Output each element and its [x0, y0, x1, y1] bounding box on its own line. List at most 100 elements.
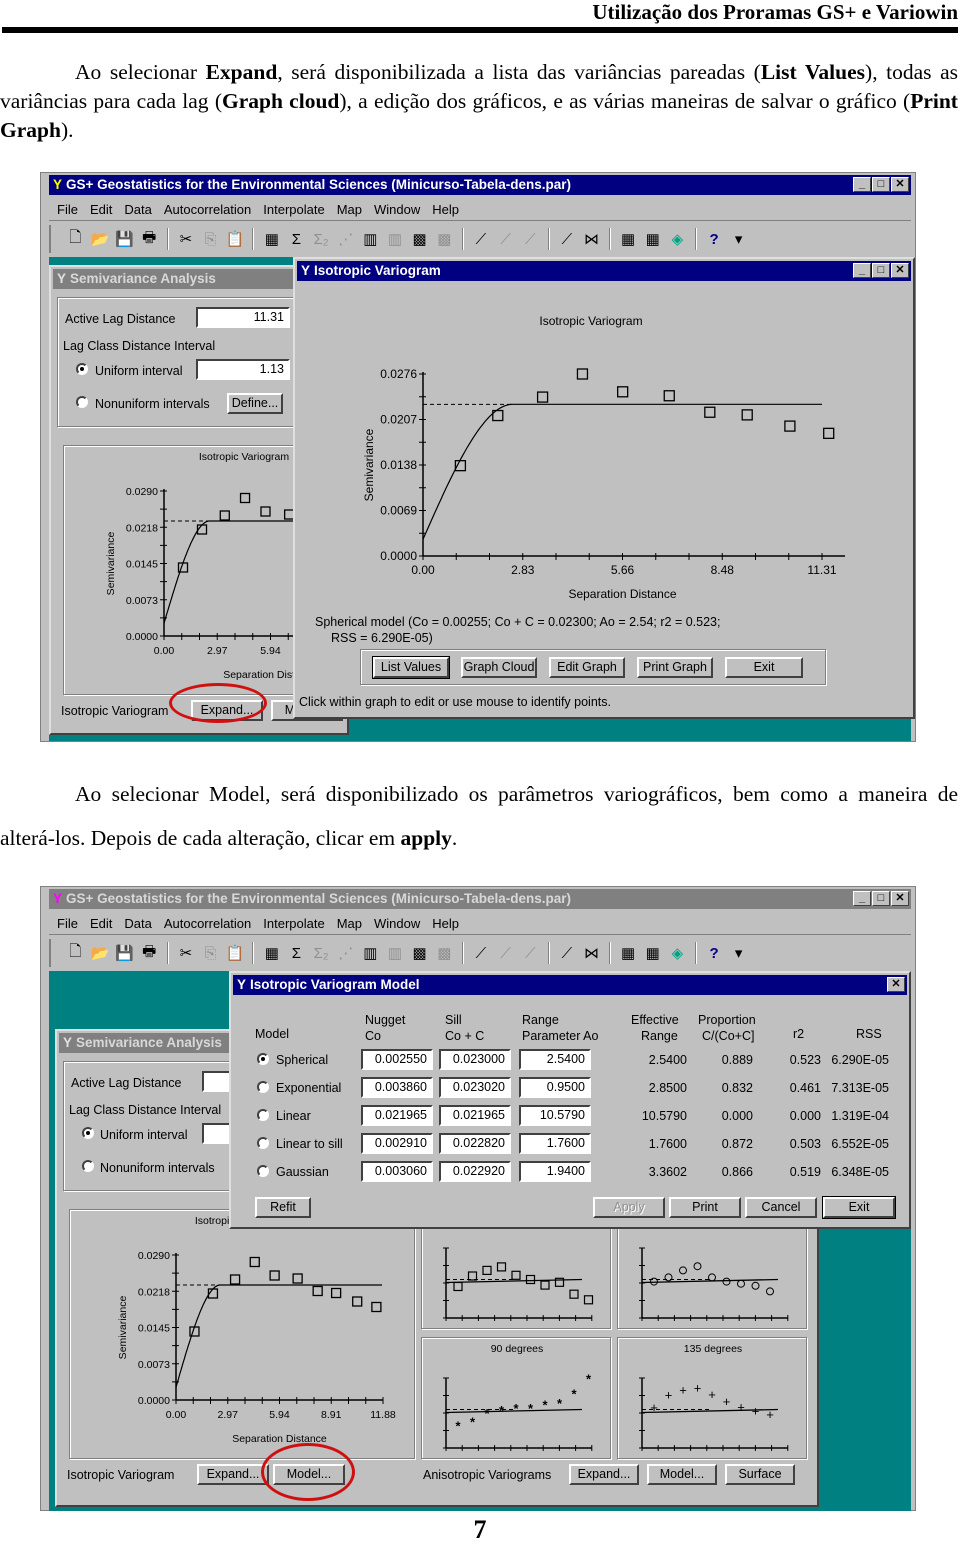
map2-icon[interactable]: ▩ — [434, 228, 455, 250]
aniso-chart-45[interactable] — [618, 1222, 808, 1330]
kriging-icon[interactable]: ▦ — [618, 228, 639, 250]
surface-icon[interactable]: ◈ — [667, 942, 688, 964]
model-radio-0[interactable] — [257, 1053, 269, 1065]
active-lag-input[interactable]: 11.31 — [196, 307, 290, 328]
minimize-button[interactable]: _ — [853, 177, 871, 192]
print-icon[interactable]: 🖶 — [139, 228, 160, 250]
help-icon[interactable]: ? — [704, 228, 725, 250]
variogram-s-icon[interactable]: ⟋ — [471, 942, 492, 964]
table-icon[interactable]: ▦ — [261, 942, 282, 964]
dropdown-icon[interactable]: ▾ — [728, 942, 749, 964]
variogram-s2-icon[interactable]: ⟋ — [495, 942, 516, 964]
print-graph-button[interactable]: Print Graph — [637, 657, 713, 678]
surface-icon[interactable]: ◈ — [667, 228, 688, 250]
aniso-model-button[interactable]: Model... — [647, 1464, 717, 1485]
histogram-icon[interactable]: ▥ — [360, 942, 381, 964]
model-radio-3[interactable] — [257, 1137, 269, 1149]
surface-button[interactable]: Surface — [725, 1464, 795, 1485]
open-icon[interactable]: 📂 — [90, 942, 111, 964]
small-variogram-chart[interactable]: Isotropic Variogram0.00000.00730.01450.0… — [70, 1210, 416, 1460]
nonuniform-radio[interactable] — [82, 1160, 94, 1172]
apply-button[interactable]: Apply — [593, 1197, 665, 1218]
menu-help[interactable]: Help — [432, 202, 459, 217]
print-button[interactable]: Print — [669, 1197, 741, 1218]
graph-cloud-button[interactable]: Graph Cloud — [461, 657, 537, 678]
variogram-sx-icon[interactable]: ⟋ — [520, 942, 541, 964]
uniform-radio[interactable] — [82, 1127, 94, 1139]
madogram-icon[interactable]: ⋈ — [581, 228, 602, 250]
menu-edit[interactable]: Edit — [90, 916, 112, 931]
model-radio-2[interactable] — [257, 1109, 269, 1121]
madogram-icon[interactable]: ⋈ — [581, 942, 602, 964]
isotropic-variogram-chart[interactable]: Isotropic Variogram 0.0000 0.0069 0.0138 0.0… — [295, 285, 911, 603]
open-icon[interactable]: 📂 — [90, 228, 111, 250]
range-input[interactable]: 0.9500 — [519, 1077, 591, 1098]
nugget-input[interactable]: 0.002910 — [361, 1133, 433, 1154]
menu-file[interactable]: File — [57, 202, 78, 217]
uniform-interval-input[interactable]: 1.13 — [196, 359, 290, 380]
aniso-chart-135[interactable]: 135 degrees + + + + + + + + + — [618, 1338, 808, 1460]
paste-icon[interactable]: 📋 — [225, 942, 246, 964]
menu-data[interactable]: Data — [124, 916, 151, 931]
refit-button[interactable]: Refit — [255, 1197, 311, 1218]
exit-button[interactable]: Exit — [822, 1196, 896, 1219]
sill-input[interactable]: 0.022920 — [439, 1161, 511, 1182]
close-button[interactable]: ✕ — [891, 891, 909, 906]
new-icon[interactable]: 🗋 — [65, 942, 86, 964]
sigma2-icon[interactable]: Σ₂ — [311, 228, 332, 250]
aniso-chart-0[interactable] — [422, 1222, 612, 1330]
sigma2-icon[interactable]: Σ₂ — [311, 942, 332, 964]
menu-autocorrelation[interactable]: Autocorrelation — [164, 916, 251, 931]
copy-icon[interactable]: ⎘ — [200, 942, 221, 964]
model-radio-1[interactable] — [257, 1081, 269, 1093]
variogram-s2-icon[interactable]: ⟋ — [495, 228, 516, 250]
menu-file[interactable]: File — [57, 916, 78, 931]
sill-input[interactable]: 0.023020 — [439, 1077, 511, 1098]
edit-graph-button[interactable]: Edit Graph — [549, 657, 625, 678]
range-input[interactable]: 1.7600 — [519, 1133, 591, 1154]
close-button[interactable]: ✕ — [891, 263, 909, 278]
sigma-icon[interactable]: Σ — [286, 942, 307, 964]
range-input[interactable]: 10.5790 — [519, 1105, 591, 1126]
nugget-input[interactable]: 0.021965 — [361, 1105, 433, 1126]
aniso-chart-90[interactable]: 90 degrees* ** * * * * *** — [422, 1338, 612, 1460]
idw-icon[interactable]: ▦ — [642, 228, 663, 250]
save-icon[interactable]: 💾 — [114, 228, 135, 250]
cut-icon[interactable]: ✂ — [176, 228, 197, 250]
close-button[interactable]: ✕ — [887, 977, 905, 992]
nugget-input[interactable]: 0.002550 — [361, 1049, 433, 1070]
paste-icon[interactable]: 📋 — [225, 228, 246, 250]
nonuniform-radio[interactable] — [76, 396, 88, 408]
menu-edit[interactable]: Edit — [90, 202, 112, 217]
uniform-radio[interactable] — [76, 363, 88, 375]
cancel-button[interactable]: Cancel — [745, 1197, 817, 1218]
histogram2-icon[interactable]: ▥ — [385, 942, 406, 964]
model-radio-4[interactable] — [257, 1165, 269, 1177]
menu-map[interactable]: Map — [337, 202, 362, 217]
menu-data[interactable]: Data — [124, 202, 151, 217]
menu-window[interactable]: Window — [374, 916, 420, 931]
menu-window[interactable]: Window — [374, 202, 420, 217]
menu-autocorrelation[interactable]: Autocorrelation — [164, 202, 251, 217]
sill-input[interactable]: 0.021965 — [439, 1105, 511, 1126]
scatter-icon[interactable]: ⋰ — [335, 942, 356, 964]
list-values-button[interactable]: List Values — [372, 656, 450, 679]
copy-icon[interactable]: ⎘ — [200, 228, 221, 250]
maximize-button[interactable]: □ — [872, 891, 890, 906]
scatter-icon[interactable]: ⋰ — [335, 228, 356, 250]
idw-icon[interactable]: ▦ — [642, 942, 663, 964]
histogram2-icon[interactable]: ▥ — [385, 228, 406, 250]
exit-button[interactable]: Exit — [725, 657, 803, 678]
nugget-input[interactable]: 0.003060 — [361, 1161, 433, 1182]
map-icon[interactable]: ▩ — [409, 942, 430, 964]
sill-input[interactable]: 0.023000 — [439, 1049, 511, 1070]
menu-interpolate[interactable]: Interpolate — [263, 916, 324, 931]
save-icon[interactable]: 💾 — [114, 942, 135, 964]
minimize-button[interactable]: _ — [853, 891, 871, 906]
histogram-icon[interactable]: ▥ — [360, 228, 381, 250]
define-button[interactable]: Define... — [227, 393, 283, 414]
variogram-s-icon[interactable]: ⟋ — [471, 228, 492, 250]
aniso-expand-button[interactable]: Expand... — [569, 1464, 639, 1485]
maximize-button[interactable]: □ — [872, 177, 890, 192]
close-button[interactable]: ✕ — [891, 177, 909, 192]
